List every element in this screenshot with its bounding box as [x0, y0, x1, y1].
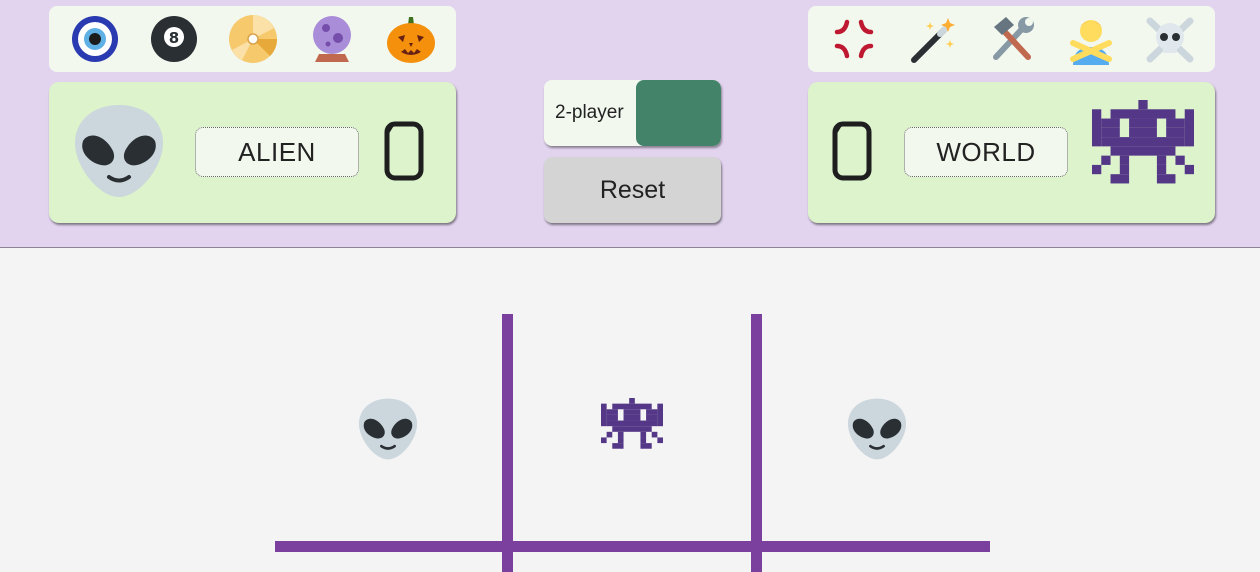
mode-label: 2-player	[555, 102, 624, 123]
right-player-card: WORLD	[808, 82, 1215, 223]
svg-text:8: 8	[168, 29, 178, 47]
board-cell-0-1[interactable]	[517, 319, 747, 539]
grid-line-vertical-right	[751, 314, 762, 572]
board-cell-0-2[interactable]	[762, 319, 992, 539]
right-player-name[interactable]: WORLD	[904, 127, 1068, 177]
board-cell-0-0[interactable]	[273, 319, 503, 539]
person-gesturing-no-icon[interactable]	[1063, 11, 1119, 67]
left-player-name[interactable]: ALIEN	[195, 127, 359, 177]
nazar-amulet-icon[interactable]	[67, 11, 123, 67]
reset-button[interactable]: Reset	[544, 157, 721, 223]
alien-icon	[355, 395, 421, 463]
right-emoji-picker	[808, 6, 1215, 72]
mode-swatch[interactable]	[636, 80, 721, 146]
left-emoji-picker: 8	[49, 6, 456, 72]
game-board	[0, 249, 1260, 572]
jack-o-lantern-icon[interactable]	[383, 11, 439, 67]
crystal-ball-icon[interactable]	[304, 11, 360, 67]
alien-icon	[69, 100, 169, 202]
score-digit	[382, 120, 426, 182]
alien-icon	[844, 395, 910, 463]
magic-wand-icon[interactable]	[905, 11, 961, 67]
anger-symbol-icon[interactable]	[826, 11, 882, 67]
left-player-card: ALIEN	[49, 82, 456, 223]
header-panel: 8 ALIEN 2-player Reset WORLD	[0, 0, 1260, 248]
left-player-score	[382, 120, 426, 182]
score-digit	[830, 120, 874, 182]
dvd-icon[interactable]	[225, 11, 281, 67]
player-mode-toggle[interactable]: 2-player	[544, 80, 721, 146]
space-invader-icon	[1092, 100, 1194, 202]
skull-and-crossbones-icon[interactable]	[1142, 11, 1198, 67]
right-player-score	[830, 120, 874, 182]
hammer-and-wrench-icon[interactable]	[984, 11, 1040, 67]
grid-line-horizontal	[275, 541, 990, 552]
8-ball-icon[interactable]: 8	[146, 11, 202, 67]
grid-line-vertical-left	[502, 314, 513, 572]
space-invader-icon	[599, 398, 665, 460]
